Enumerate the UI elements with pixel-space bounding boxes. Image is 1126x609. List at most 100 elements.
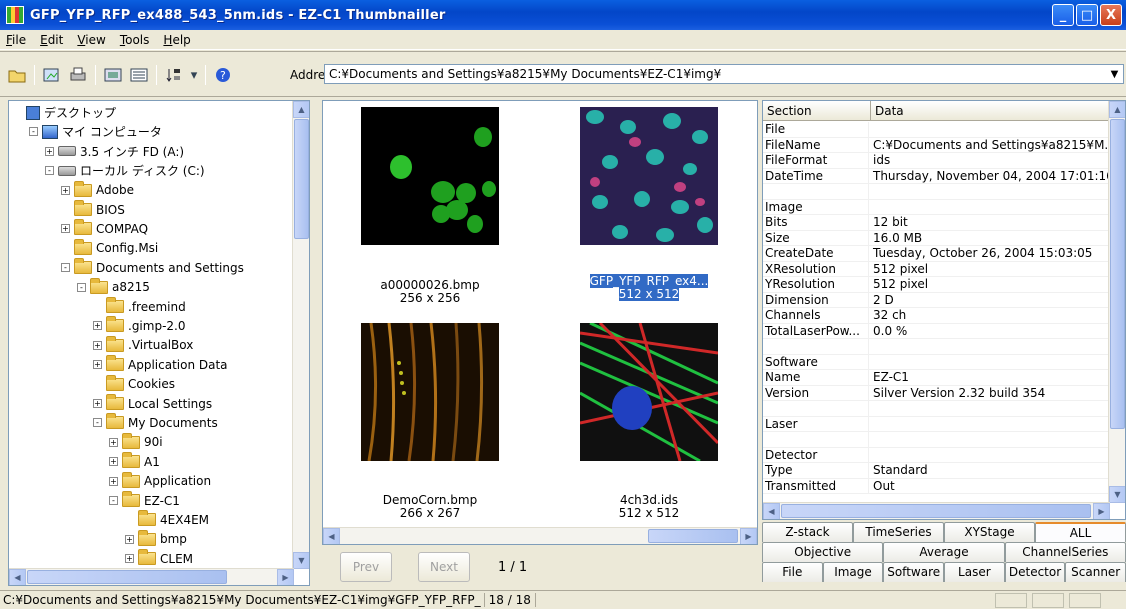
- scroll-thumb[interactable]: [27, 570, 227, 584]
- thumbnail-horizontal-scrollbar[interactable]: ◀ ▶: [323, 527, 757, 544]
- property-row[interactable]: Name EZ-C1: [763, 370, 1110, 386]
- expand-icon[interactable]: +: [61, 185, 70, 195]
- tab-all[interactable]: ALL: [1035, 522, 1126, 542]
- thumbnail-image[interactable]: [361, 107, 499, 245]
- property-row[interactable]: Image: [763, 199, 1110, 215]
- expand-icon[interactable]: +: [125, 554, 134, 564]
- tree-item[interactable]: + .gimp-2.0: [93, 316, 186, 335]
- scroll-right-icon[interactable]: ▶: [740, 528, 757, 544]
- collapse-icon[interactable]: -: [109, 496, 118, 505]
- expand-icon[interactable]: +: [93, 399, 102, 408]
- tree-item[interactable]: - a8215: [77, 277, 150, 297]
- tab-average[interactable]: Average: [883, 542, 1005, 562]
- tree-item[interactable]: + Local Settings: [93, 394, 212, 413]
- collapse-icon[interactable]: -: [93, 418, 102, 428]
- prev-button[interactable]: Prev: [340, 552, 392, 582]
- expand-icon[interactable]: +: [45, 146, 54, 156]
- image-edit-icon[interactable]: [41, 64, 63, 86]
- column-header-data[interactable]: Data: [871, 101, 1110, 120]
- scroll-up-icon[interactable]: ▲: [1109, 101, 1125, 118]
- tree-item[interactable]: +90i: [109, 432, 163, 452]
- sort-icon[interactable]: [163, 64, 185, 86]
- scroll-left-icon[interactable]: ◀: [763, 503, 780, 519]
- title-bar[interactable]: GFP_YFP_RFP_ex488_543_5nm.ids - EZ-C1 Th…: [0, 0, 1126, 30]
- tree-item[interactable]: + Application: [109, 471, 211, 491]
- tree-item[interactable]: + .VirtualBox: [93, 335, 193, 355]
- collapse-icon[interactable]: -: [29, 127, 38, 137]
- next-button[interactable]: Next: [418, 552, 470, 582]
- menu-edit[interactable]: Edit: [40, 33, 63, 47]
- tree-item[interactable]: + bmp: [125, 529, 187, 549]
- tab-file[interactable]: File: [762, 562, 823, 582]
- tree-item[interactable]: 4EX4EM: [125, 510, 209, 529]
- column-header-section[interactable]: Section: [763, 101, 871, 120]
- thumbnail-pane[interactable]: a00000026.bmp 256 x 256 GFP_YFP_RFP_ex4.…: [322, 100, 758, 545]
- tab-z-stack[interactable]: Z-stack: [762, 522, 853, 542]
- thumbnail-caption[interactable]: a00000026.bmp 256 x 256: [340, 279, 520, 305]
- scroll-up-icon[interactable]: ▲: [293, 101, 309, 118]
- properties-horizontal-scrollbar[interactable]: ◀ ▶: [763, 502, 1110, 519]
- tree-item[interactable]: + CLEM: [125, 549, 193, 568]
- menu-file[interactable]: File: [6, 33, 26, 47]
- collapse-icon[interactable]: -: [77, 282, 86, 292]
- expand-icon[interactable]: +: [93, 360, 102, 370]
- scroll-thumb[interactable]: [781, 504, 1091, 518]
- property-row[interactable]: Version Silver Version 2.32 build 354: [763, 385, 1110, 401]
- expand-icon[interactable]: +: [109, 457, 118, 467]
- thumbnail-image[interactable]: [361, 323, 499, 461]
- tree-item[interactable]: + Application Data: [93, 355, 228, 374]
- list-view-icon[interactable]: [128, 64, 150, 86]
- tab-objective[interactable]: Objective: [762, 542, 884, 562]
- open-folder-icon[interactable]: [6, 64, 28, 86]
- expand-icon[interactable]: +: [93, 340, 102, 350]
- scroll-left-icon[interactable]: ◀: [9, 569, 26, 585]
- tree-item[interactable]: .freemind: [93, 297, 186, 316]
- scroll-thumb[interactable]: [1110, 119, 1125, 429]
- scroll-right-icon[interactable]: ▶: [277, 569, 294, 585]
- scroll-left-icon[interactable]: ◀: [323, 528, 340, 544]
- maximize-button[interactable]: □: [1076, 4, 1098, 26]
- property-row[interactable]: [763, 184, 1110, 200]
- property-row[interactable]: CreateDate Tuesday, October 26, 2004 15:0…: [763, 246, 1110, 262]
- properties-vertical-scrollbar[interactable]: ▲ ▼: [1108, 101, 1125, 503]
- expand-icon[interactable]: +: [61, 224, 70, 234]
- property-row[interactable]: XResolution 512 pixel: [763, 261, 1110, 277]
- folder-tree[interactable]: デスクトップ - マイ コンピュータ +3.5 インチ FD (A:) - ローカル ディ…: [8, 100, 310, 586]
- print-icon[interactable]: [67, 64, 89, 86]
- property-row[interactable]: TotalLaserPow... 0.0 %: [763, 323, 1110, 339]
- thumbnail-caption[interactable]: GFP_YFP_RFP_ex4... 512 x 512: [559, 274, 739, 301]
- tree-item[interactable]: + Adobe: [61, 180, 134, 200]
- tab-laser[interactable]: Laser: [944, 562, 1005, 582]
- property-row[interactable]: [763, 401, 1110, 417]
- thumbnail-image[interactable]: [580, 323, 718, 461]
- thumbnail-caption[interactable]: DemoCorn.bmp 266 x 267: [340, 494, 520, 520]
- property-row[interactable]: Channels 32 ch: [763, 308, 1110, 324]
- property-row[interactable]: Transmitted Out: [763, 478, 1110, 494]
- scroll-thumb[interactable]: [294, 119, 309, 239]
- expand-icon[interactable]: +: [109, 476, 118, 486]
- tab-scanner[interactable]: Scanner: [1065, 562, 1126, 582]
- tab-timeseries[interactable]: TimeSeries: [853, 522, 944, 542]
- tab-image[interactable]: Image: [822, 562, 884, 582]
- property-row[interactable]: Bits 12 bit: [763, 215, 1110, 231]
- scroll-down-icon[interactable]: ▼: [293, 552, 309, 569]
- properties-table[interactable]: Section Data File FileName C:¥Documents an…: [762, 100, 1126, 520]
- thumbnail-view-icon[interactable]: [102, 64, 124, 86]
- tab-xystage[interactable]: XYStage: [944, 522, 1035, 542]
- property-row[interactable]: DateTime Thursday, November 04, 2004 17:0…: [763, 168, 1110, 184]
- property-row[interactable]: [763, 432, 1110, 448]
- tree-item[interactable]: デスクトップ: [13, 103, 116, 122]
- property-row[interactable]: Dimension 2 D: [763, 292, 1110, 308]
- thumbnail-image[interactable]: [580, 107, 718, 245]
- tab-software[interactable]: Software: [883, 562, 945, 582]
- scroll-thumb[interactable]: [648, 529, 738, 543]
- tree-item[interactable]: Config.Msi: [61, 238, 158, 258]
- tab-detector[interactable]: Detector: [1004, 562, 1066, 582]
- tab-channelseries[interactable]: ChannelSeries: [1004, 542, 1126, 562]
- property-row[interactable]: [763, 339, 1110, 355]
- tree-item[interactable]: BIOS: [61, 200, 125, 219]
- tree-item[interactable]: - マイ コンピュータ: [29, 122, 162, 141]
- property-row[interactable]: FileName C:¥Documents and Settings¥a8215¥…: [763, 137, 1110, 153]
- property-row[interactable]: Type Standard: [763, 463, 1110, 479]
- thumbnail-caption[interactable]: 4ch3d.ids 512 x 512: [559, 494, 739, 520]
